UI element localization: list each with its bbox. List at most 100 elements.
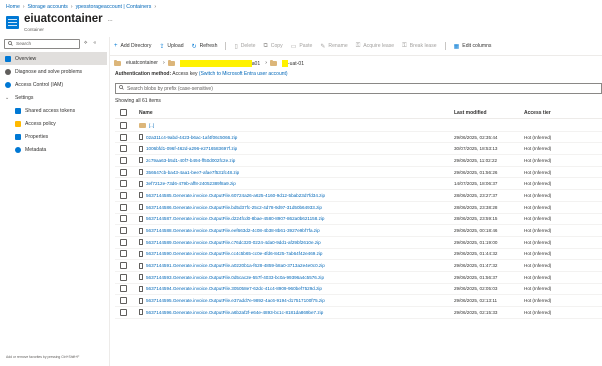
sidebar-item-properties[interactable]: Properties <box>0 130 107 143</box>
row-checkbox[interactable] <box>120 203 127 211</box>
plus-icon: + <box>114 43 118 49</box>
path-segment-2[interactable]: -uat-01 <box>280 59 306 67</box>
table-row[interactable]: 5637144596.Generate.invoice.OutputFile.a… <box>115 307 602 319</box>
acquire-lease-button[interactable]: ⚿ Acquire lease <box>356 43 394 50</box>
sidebar-group-settings[interactable]: ⌄ Settings <box>0 91 107 104</box>
blob-name-link[interactable]: 5637144587.Generate.invoice.OutputFile.d… <box>146 216 324 221</box>
sidebar-search-input[interactable]: Search <box>4 39 80 49</box>
chevron-down-icon: ⌄ <box>5 94 10 101</box>
select-all-checkbox[interactable] <box>120 109 127 116</box>
access-tier-cell: Hot (Inferred) <box>524 239 552 245</box>
blob-name-link[interactable]: 02a311c4-9abd-4423-b6ac-1af4f06c5066.zip <box>146 135 237 140</box>
blob-name-link[interactable]: 5637144590.Generate.invoice.OutputFile.c… <box>146 251 322 256</box>
table-row[interactable]: 5637144589.Generate.invoice.OutputFile.c… <box>115 237 602 249</box>
sidebar-item-overview[interactable]: Overview <box>0 52 107 65</box>
row-checkbox[interactable] <box>120 308 127 316</box>
row-checkbox[interactable] <box>120 285 127 293</box>
table-row[interactable]: 02a311c4-9abd-4423-b6ac-1af4f06c5066.zip… <box>115 132 602 144</box>
table-row[interactable]: 5637144585.Generate.invoice.OutputFile.6… <box>115 190 602 202</box>
path-segment-1[interactable]: a01 <box>178 59 263 67</box>
access-tier-cell: Hot (Inferred) <box>524 298 552 304</box>
row-checkbox[interactable] <box>120 227 127 235</box>
row-checkbox[interactable] <box>120 156 127 164</box>
edit-columns-button[interactable]: ▦ Edit columns <box>454 43 492 50</box>
row-checkbox[interactable] <box>120 273 127 281</box>
breadcrumb-home[interactable]: Home <box>6 4 20 10</box>
blob-name-link[interactable]: 3ef7212e-73d6-479b-aff8-24052389f8a9.zip <box>146 181 236 186</box>
row-checkbox[interactable] <box>120 238 127 246</box>
trash-icon: ▯ <box>234 43 238 50</box>
copy-button[interactable]: ⧉ Copy <box>263 43 282 50</box>
table-row[interactable]: 5637144587.Generate.invoice.OutputFile.d… <box>115 214 602 226</box>
blob-name-link[interactable]: 5637144589.Generate.invoice.OutputFile.c… <box>146 240 321 245</box>
table-row[interactable]: 356647cb-ba43-4aa1-bee7-afae7f531fc48.zi… <box>115 167 602 179</box>
blob-search-input[interactable]: Search blobs by prefix (case-sensitive) <box>115 83 602 94</box>
table-row[interactable]: 5637144593.Generate.invoice.OutputFile.0… <box>115 272 602 284</box>
blob-name-link[interactable]: [..] <box>149 123 154 128</box>
expand-icon[interactable]: ⟡ <box>84 40 87 46</box>
blob-name-link[interactable]: 5637144586.Generate.invoice.OutputFile.b… <box>146 205 322 210</box>
breadcrumb-containers[interactable]: ypesstorageaccount | Containers <box>76 4 152 10</box>
table-row[interactable]: 5637144595.Generate.invoice.OutputFile.e… <box>115 295 602 307</box>
collapse-icon[interactable]: « <box>93 40 96 46</box>
path-container[interactable]: eiuatcontainer <box>124 60 160 66</box>
blob-name-link[interactable]: 5637144588.Generate.invoice.OutputFile.e… <box>146 228 320 233</box>
table-row[interactable]: 2c79aa63-b5d1-40f7-b494-ff50d002fc2e.zip… <box>115 155 602 167</box>
table-row[interactable]: 5637144586.Generate.invoice.OutputFile.b… <box>115 202 602 214</box>
sidebar-item-metadata[interactable]: Metadata <box>0 143 107 156</box>
blob-name-link[interactable]: 5637144595.Generate.invoice.OutputFile.e… <box>146 298 325 303</box>
switch-auth-link[interactable]: (Switch to Microsoft Entra user account) <box>199 71 288 77</box>
sidebar-item-diagnose[interactable]: Diagnose and solve problems <box>0 65 107 78</box>
blob-name-link[interactable]: 5637144596.Generate.invoice.OutputFile.a… <box>146 310 323 315</box>
delete-button[interactable]: ▯ Delete <box>234 43 255 50</box>
blob-name-link[interactable]: 5637144585.Generate.invoice.OutputFile.6… <box>146 193 325 198</box>
file-icon <box>139 262 143 269</box>
table-row[interactable]: 1006bfd1-096f-462d-a296-e2716583697f.zip… <box>115 143 602 156</box>
blob-name-link[interactable]: 1006bfd1-096f-462d-a296-e2716583697f.zip <box>146 146 237 151</box>
table-row[interactable]: 5637144594.Generate.invoice.OutputFile.3… <box>115 284 602 296</box>
row-checkbox[interactable] <box>120 250 127 258</box>
table-row[interactable]: [..] <box>115 120 602 132</box>
column-header-tier[interactable]: Access tier <box>524 110 594 116</box>
lock-icon: ⚿ <box>355 42 361 49</box>
page-subtitle: Container <box>24 27 44 32</box>
column-header-name[interactable]: Name <box>139 110 454 116</box>
table-row[interactable]: 5637144590.Generate.invoice.OutputFile.c… <box>115 249 602 261</box>
row-checkbox[interactable] <box>120 262 127 270</box>
paste-label: Paste <box>299 43 313 49</box>
row-checkbox[interactable] <box>120 133 127 141</box>
table-row[interactable]: 3ef7212e-73d6-479b-aff8-24052389f8a9.zip… <box>115 178 602 191</box>
breadcrumb-storage-accounts[interactable]: Storage accounts <box>28 4 68 10</box>
column-header-modified[interactable]: Last modified <box>454 110 524 116</box>
add-directory-button[interactable]: + Add Directory <box>114 43 151 49</box>
rename-button[interactable]: ✎ Rename <box>320 43 347 50</box>
paste-button[interactable]: ▭ Paste <box>291 43 313 50</box>
upload-button[interactable]: ⇪ Upload <box>159 43 183 50</box>
refresh-button[interactable]: ↻ Refresh <box>192 43 218 50</box>
row-checkbox[interactable] <box>120 121 127 129</box>
copy-label: Copy <box>270 43 283 49</box>
more-icon[interactable]: ... <box>108 17 113 23</box>
sidebar-item-access-control[interactable]: Access Control (IAM) <box>0 78 107 91</box>
blob-name-link[interactable]: 2c79aa63-b5d1-40f7-b494-ff50d002fc2e.zip <box>146 158 235 163</box>
row-checkbox[interactable] <box>120 145 127 153</box>
access-tier-cell: Hot (Inferred) <box>524 134 552 140</box>
row-checkbox[interactable] <box>120 191 127 199</box>
blob-name-link[interactable]: 5637144591.Generate.invoice.OutputFile.a… <box>146 263 325 268</box>
row-checkbox[interactable] <box>120 215 127 223</box>
row-checkbox[interactable] <box>120 297 127 305</box>
path-segment-2-suffix: -uat-01 <box>287 60 305 67</box>
blob-name-link[interactable]: 356647cb-ba43-4aa1-bee7-afae7f531fc48.zi… <box>146 170 239 175</box>
blob-name-link[interactable]: 5637144593.Generate.invoice.OutputFile.0… <box>146 275 324 280</box>
info-icon <box>15 146 21 153</box>
sidebar-item-shared-access-tokens[interactable]: Shared access tokens <box>0 104 107 117</box>
table-row[interactable]: 5637144588.Generate.invoice.OutputFile.e… <box>115 225 602 237</box>
row-checkbox[interactable] <box>120 180 127 188</box>
blob-name-link[interactable]: 5637144594.Generate.invoice.OutputFile.3… <box>146 286 322 291</box>
last-modified-cell: 29/06/2025, 01:47:32 <box>454 263 498 269</box>
break-lease-button[interactable]: ⚿ Break lease <box>402 43 436 50</box>
table-row[interactable]: 5637144591.Generate.invoice.OutputFile.a… <box>115 260 602 272</box>
last-modified-cell: 28/06/2025, 23:27:37 <box>454 192 498 198</box>
row-checkbox[interactable] <box>120 168 127 176</box>
sidebar-item-access-policy[interactable]: Access policy <box>0 117 107 130</box>
